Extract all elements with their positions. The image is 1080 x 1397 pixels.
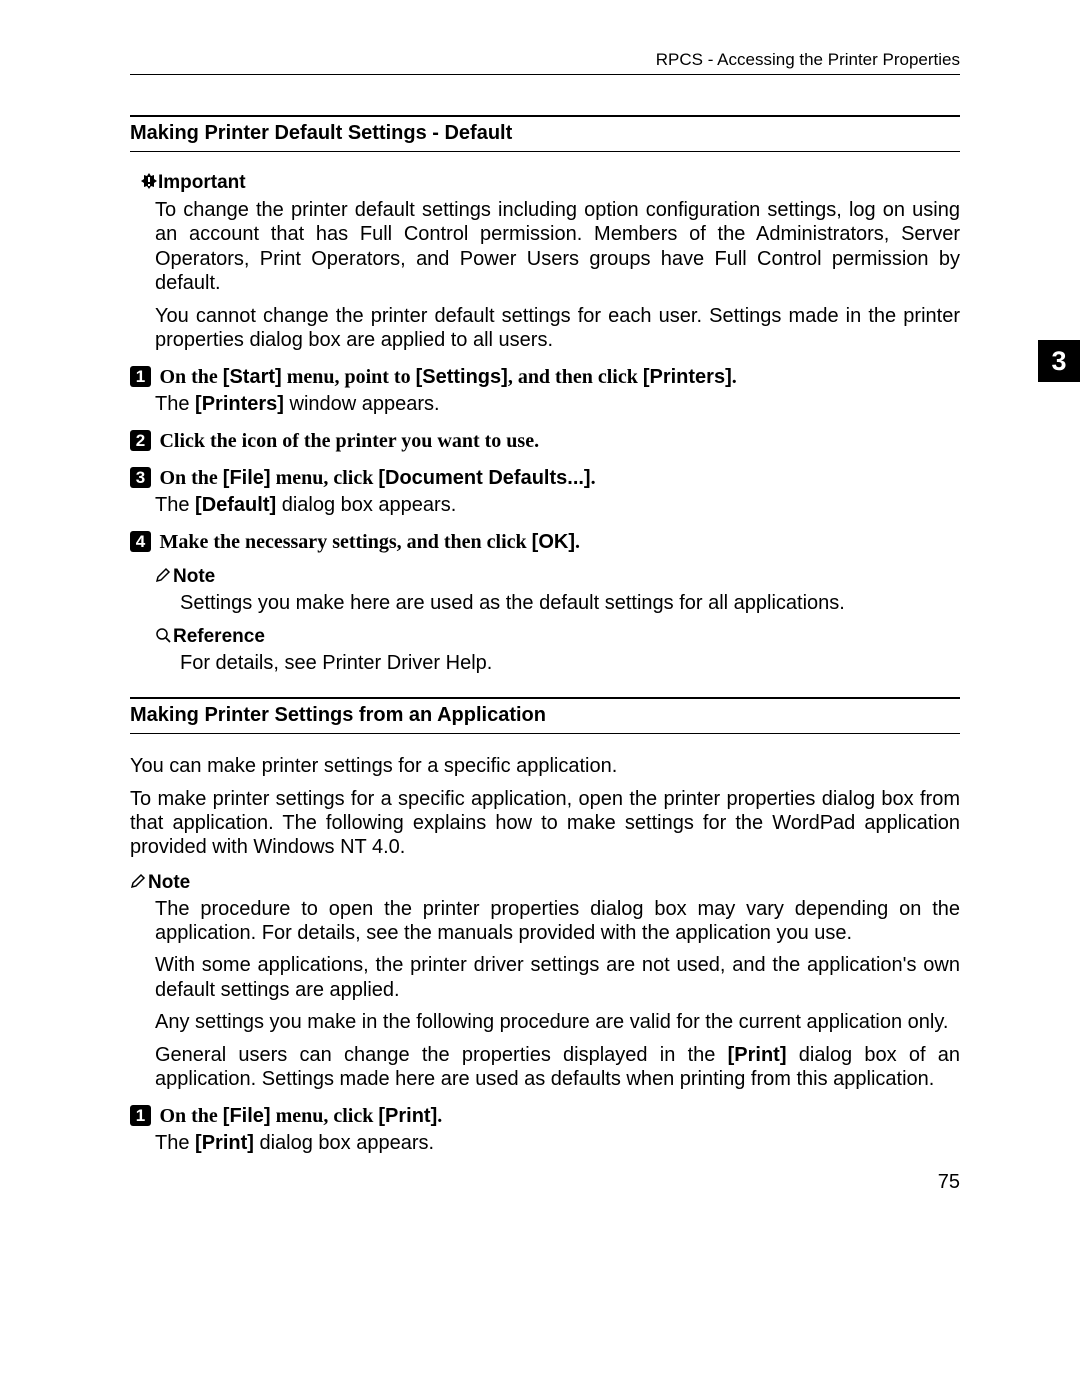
step-text: On the bbox=[159, 1105, 222, 1127]
reference-text: For details, see Printer Driver Help. bbox=[180, 651, 960, 675]
step-text: Click the icon of the printer you want t… bbox=[159, 430, 539, 452]
header-text: RPCS - Accessing the Printer Properties bbox=[130, 50, 960, 74]
important-label: Important bbox=[158, 172, 246, 193]
reference-label: Reference bbox=[173, 626, 265, 647]
step-number-icon: 4 bbox=[130, 531, 151, 552]
step-text: menu, click bbox=[271, 467, 379, 489]
ui-label: [File] bbox=[223, 467, 271, 489]
pencil-icon bbox=[155, 567, 171, 589]
step-text: . bbox=[575, 531, 580, 553]
ui-label: [Document Defaults...] bbox=[378, 467, 590, 489]
note2-p2: With some applications, the printer driv… bbox=[155, 953, 960, 1002]
step-1: 1 On the [Start] menu, point to [Setting… bbox=[130, 366, 960, 389]
page-number: 75 bbox=[130, 1171, 960, 1194]
important-icon bbox=[140, 172, 158, 196]
note2-p1: The procedure to open the printer proper… bbox=[155, 897, 960, 946]
ui-label: [Printers] bbox=[643, 366, 732, 388]
section2-intro-1: You can make printer settings for a spec… bbox=[130, 754, 960, 778]
step-text: On the bbox=[159, 467, 222, 489]
step-text: , and then click bbox=[508, 366, 643, 388]
document-page: 3 RPCS - Accessing the Printer Propertie… bbox=[0, 0, 1080, 1224]
note-label: Note bbox=[173, 566, 215, 587]
note2-p3: Any settings you make in the following p… bbox=[155, 1010, 960, 1034]
step-3: 3 On the [File] menu, click [Document De… bbox=[130, 467, 960, 490]
important-paragraph-2: You cannot change the printer default se… bbox=[155, 304, 960, 353]
page-header: RPCS - Accessing the Printer Properties bbox=[130, 50, 960, 75]
step-text: menu, point to bbox=[282, 366, 416, 388]
step-text: . bbox=[732, 366, 737, 388]
section2-step-1: 1 On the [File] menu, click [Print]. bbox=[130, 1105, 960, 1128]
ui-label: [Start] bbox=[223, 366, 282, 388]
chapter-tab: 3 bbox=[1038, 340, 1080, 382]
note2-p4: General users can change the properties … bbox=[155, 1043, 960, 1092]
step-number-icon: 1 bbox=[130, 1105, 151, 1126]
step-4: 4 Make the necessary settings, and then … bbox=[130, 531, 960, 554]
important-paragraph-1: To change the printer default settings i… bbox=[155, 198, 960, 296]
important-block: Important To change the printer default … bbox=[130, 172, 960, 352]
step-text: On the bbox=[159, 366, 222, 388]
ui-label: [File] bbox=[223, 1105, 271, 1127]
step-number-icon: 1 bbox=[130, 366, 151, 387]
magnifier-icon bbox=[155, 627, 171, 649]
ui-label: [OK] bbox=[532, 531, 575, 553]
section2-intro-2: To make printer settings for a specific … bbox=[130, 787, 960, 860]
step-text: menu, click bbox=[271, 1105, 379, 1127]
step-2: 2 Click the icon of the printer you want… bbox=[130, 430, 960, 453]
step-number-icon: 3 bbox=[130, 467, 151, 488]
section-heading-2: Making Printer Settings from an Applicat… bbox=[130, 697, 960, 734]
section-heading-1: Making Printer Default Settings - Defaul… bbox=[130, 115, 960, 152]
step-1-result: The [Printers] window appears. bbox=[155, 393, 960, 416]
step-text: . bbox=[591, 467, 596, 489]
reference-block: Reference bbox=[155, 626, 960, 649]
note-block: Note bbox=[155, 566, 960, 589]
step-text: Make the necessary settings, and then cl… bbox=[159, 531, 531, 553]
note-text: Settings you make here are used as the d… bbox=[180, 591, 960, 615]
step-number-icon: 2 bbox=[130, 430, 151, 451]
note-label: Note bbox=[148, 872, 190, 893]
note-block-2: Note bbox=[130, 872, 960, 895]
ui-label: [Settings] bbox=[416, 366, 508, 388]
ui-label: [Print] bbox=[378, 1105, 437, 1127]
step-3-result: The [Default] dialog box appears. bbox=[155, 494, 960, 517]
section2-step-1-result: The [Print] dialog box appears. bbox=[155, 1132, 960, 1155]
pencil-icon bbox=[130, 873, 146, 895]
step-text: . bbox=[437, 1105, 442, 1127]
